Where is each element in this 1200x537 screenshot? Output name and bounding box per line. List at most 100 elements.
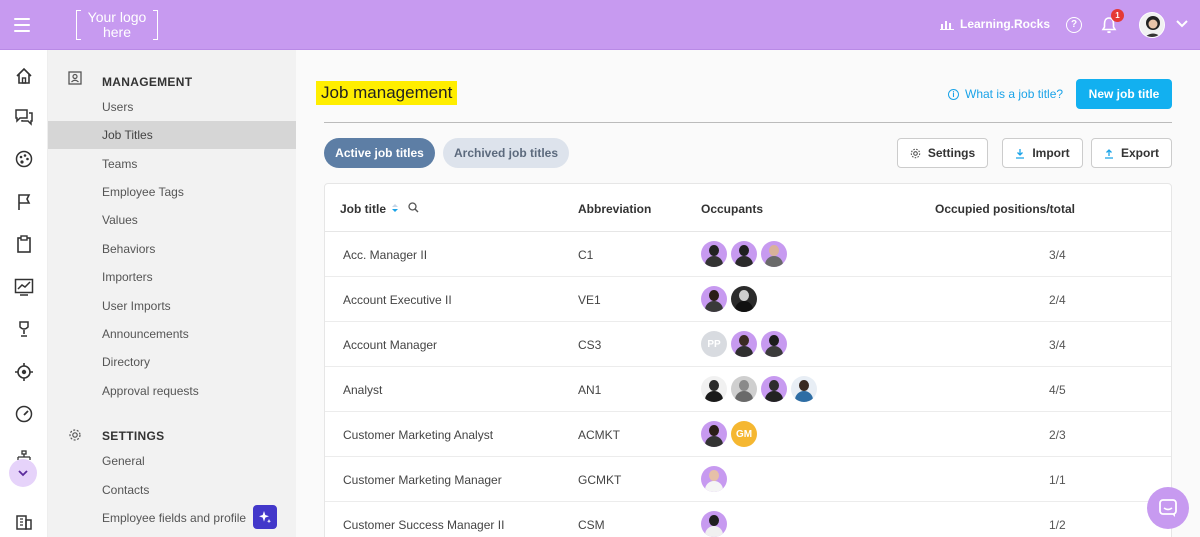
clipboard-icon[interactable] (13, 233, 35, 255)
management-header: MANAGEMENT (102, 75, 193, 89)
submenu-item-approval-requests[interactable]: Approval requests (48, 377, 296, 405)
submenu-item-behaviors[interactable]: Behaviors (48, 235, 296, 263)
job-title-cell: Customer Marketing Analyst (343, 428, 494, 442)
hamburger-menu-icon[interactable] (14, 18, 30, 32)
occupant-avatar[interactable] (731, 286, 757, 312)
tab-active-job-titles[interactable]: Active job titles (324, 138, 435, 168)
occupant-avatar[interactable] (761, 376, 787, 402)
occupant-avatar[interactable] (761, 241, 787, 267)
target-icon[interactable] (13, 361, 35, 383)
occupant-avatar[interactable] (761, 331, 787, 357)
occupant-avatar[interactable] (731, 331, 757, 357)
occupant-avatar[interactable] (731, 376, 757, 402)
table-row[interactable]: Account Manager CS3 PP 3/4 (325, 322, 1171, 367)
tab-archived-job-titles[interactable]: Archived job titles (443, 138, 569, 168)
building-icon[interactable] (13, 511, 35, 533)
positions-cell: 2/4 (1049, 293, 1066, 307)
flag-icon[interactable] (13, 191, 35, 213)
import-button[interactable]: Import (1002, 138, 1083, 168)
home-icon[interactable] (13, 65, 35, 87)
title-divider (324, 122, 1172, 123)
chat-bubble-icon (1159, 499, 1177, 517)
user-avatar[interactable] (1139, 12, 1165, 38)
id-card-icon (68, 71, 82, 85)
submenu-item-job-titles[interactable]: Job Titles (48, 121, 296, 149)
logo-line-1: Your logo (87, 9, 147, 25)
table-row[interactable]: Customer Marketing Manager GCMKT 1/1 (325, 457, 1171, 502)
export-button-label: Export (1120, 146, 1159, 160)
table-row[interactable]: Customer Success Manager II CSM 1/2 (325, 502, 1171, 537)
brand-link[interactable]: Learning.Rocks (940, 17, 1050, 31)
submenu-item-user-imports[interactable]: User Imports (48, 292, 296, 320)
info-icon: i (948, 88, 959, 100)
chevron-down-icon[interactable] (1176, 20, 1188, 28)
occupant-avatar[interactable] (701, 286, 727, 312)
top-bar: Your logo here Learning.Rocks ? 1 (0, 0, 1200, 50)
job-title-cell: Account Manager (343, 338, 438, 352)
expand-menu-button[interactable] (9, 459, 37, 487)
submenu-item-teams[interactable]: Teams (48, 150, 296, 178)
table-row[interactable]: Customer Marketing Analyst ACMKT GM 2/3 (325, 412, 1171, 457)
submenu-item-users[interactable]: Users (48, 93, 296, 121)
import-button-label: Import (1032, 146, 1070, 160)
chat-icon[interactable] (13, 106, 35, 128)
what-is-job-title-link[interactable]: i What is a job title? (948, 87, 1063, 101)
occupant-avatar[interactable] (701, 511, 727, 537)
ai-sparkle-button[interactable] (253, 505, 277, 529)
table-row[interactable]: Account Executive II VE1 2/4 (325, 277, 1171, 322)
occupant-avatar[interactable] (701, 466, 727, 492)
user-photo-icon (1140, 13, 1164, 37)
search-icon[interactable] (408, 202, 419, 213)
job-title-cell: Acc. Manager II (343, 248, 428, 262)
occupants-cell (701, 286, 757, 312)
abbreviation-cell: AN1 (578, 383, 602, 397)
palette-icon[interactable] (13, 148, 35, 170)
job-title-cell: Customer Success Manager II (343, 518, 505, 532)
submenu-item-announcements[interactable]: Announcements (48, 320, 296, 348)
gauge-icon[interactable] (13, 403, 35, 425)
occupant-avatar[interactable] (731, 241, 757, 267)
submenu-item-general[interactable]: General (48, 447, 296, 475)
column-job-title[interactable]: Job title (340, 202, 386, 216)
submenu-item-values[interactable]: Values (48, 206, 296, 234)
brand-name: Learning.Rocks (960, 17, 1051, 31)
occupant-avatar[interactable] (701, 421, 727, 447)
abbreviation-cell: CS3 (578, 338, 602, 352)
submenu-item-importers[interactable]: Importers (48, 263, 296, 291)
abbreviation-cell: VE1 (578, 293, 601, 307)
job-title-cell: Analyst (343, 383, 383, 397)
settings-button[interactable]: Settings (897, 138, 988, 168)
occupants-cell (701, 376, 817, 402)
occupant-avatar[interactable] (791, 376, 817, 402)
occupant-avatar[interactable] (701, 376, 727, 402)
submenu-item-contacts[interactable]: Contacts (48, 476, 296, 504)
occupants-cell (701, 241, 787, 267)
trophy-icon[interactable] (13, 318, 35, 340)
occupant-avatar-initials[interactable]: PP (701, 331, 727, 357)
gear-icon (910, 148, 921, 158)
chat-support-button[interactable] (1147, 487, 1189, 529)
table-row[interactable]: Acc. Manager II C1 3/4 (325, 232, 1171, 277)
help-icon[interactable]: ? (1066, 17, 1082, 33)
positions-cell: 2/3 (1049, 428, 1066, 442)
sort-icon[interactable] (391, 203, 399, 213)
export-button[interactable]: Export (1091, 138, 1172, 168)
chart-icon[interactable] (13, 276, 35, 298)
submenu-item-employee-tags[interactable]: Employee Tags (48, 178, 296, 206)
occupant-avatar-initials[interactable]: GM (731, 421, 757, 447)
abbreviation-cell: CSM (578, 518, 605, 532)
icon-rail (0, 50, 48, 537)
sparkle-icon (259, 511, 271, 524)
occupant-avatar[interactable] (701, 241, 727, 267)
what-is-job-title-label: What is a job title? (965, 87, 1064, 101)
management-submenu: MANAGEMENT Users Job Titles Teams Employ… (48, 50, 296, 537)
job-title-cell: Account Executive II (343, 293, 452, 307)
occupants-cell (701, 466, 727, 492)
company-logo[interactable]: Your logo here (76, 10, 158, 42)
submenu-item-directory[interactable]: Directory (48, 348, 296, 376)
table-header: Job title Abbreviation Occupants Occupie… (325, 184, 1171, 232)
abbreviation-cell: GCMKT (578, 473, 622, 487)
table-row[interactable]: Analyst AN1 4/5 (325, 367, 1171, 412)
gear-icon (69, 429, 81, 441)
new-job-title-button[interactable]: New job title (1076, 79, 1172, 109)
